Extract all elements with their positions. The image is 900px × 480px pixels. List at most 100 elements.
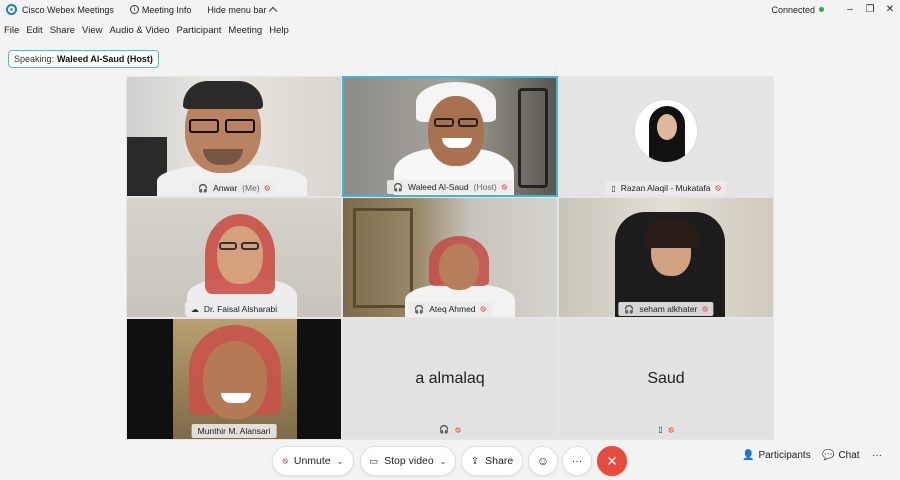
menu-audio-video[interactable]: Audio & Video	[109, 25, 169, 36]
close-window-button[interactable]: ✕	[880, 0, 900, 19]
video-feed	[559, 198, 773, 317]
participant-name-tag: Munthir M. Alansari	[191, 424, 277, 438]
hide-menu-bar-button[interactable]: Hide menu bar	[207, 4, 278, 16]
muted-mic-icon: ⦸	[715, 183, 721, 192]
participant-name: Munthir M. Alansari	[197, 426, 271, 436]
leave-meeting-button[interactable]: ✕	[597, 446, 627, 476]
video-camera-icon: ▭	[369, 455, 379, 466]
video-tile-waleed[interactable]: 🎧 Waleed Al-Saud (Host) ⦸	[342, 76, 558, 197]
close-icon: ✕	[606, 452, 618, 469]
participant-status-icons: 🎧 ⦸	[439, 425, 460, 435]
headset-icon: 🎧	[198, 183, 209, 193]
connecting-icon: ☁	[190, 304, 199, 314]
minimize-button[interactable]: –	[840, 0, 860, 19]
chevron-down-icon[interactable]: ⌄	[337, 457, 344, 466]
restore-button[interactable]: ❐	[860, 0, 880, 19]
participant-name: seham alkhater	[639, 304, 698, 314]
menu-edit[interactable]: Edit	[26, 25, 42, 36]
muted-mic-icon: ⦸	[501, 182, 507, 191]
video-feed	[344, 78, 556, 195]
muted-mic-icon: ⦸	[282, 456, 288, 465]
participant-name-tag: ▯ Razan Alaqil - Mukatafa ⦸	[605, 181, 727, 195]
menu-view[interactable]: View	[82, 25, 102, 36]
title-bar: Cisco Webex Meetings i Meeting Info Hide…	[0, 0, 900, 19]
menu-meeting[interactable]: Meeting	[228, 25, 262, 36]
participant-name-tag: 🎧 seham alkhater ⦸	[618, 302, 714, 316]
participant-name: Razan Alaqil - Mukatafa	[620, 183, 711, 193]
more-options-button[interactable]: ···	[562, 446, 592, 476]
chat-button[interactable]: 💬 Chat	[822, 450, 860, 461]
participant-status-icons: ▯ ⦸	[658, 425, 674, 435]
panel-more-button[interactable]: ···	[872, 450, 882, 461]
share-label: Share	[485, 455, 514, 467]
participant-name: Anwar	[213, 183, 238, 193]
video-grid: 🎧 Anwar (Me) ⦸ 🎧 Waleed Al-Saud (Host) ⦸	[126, 76, 774, 440]
video-feed	[343, 198, 557, 317]
meeting-info-button[interactable]: i Meeting Info	[129, 4, 192, 15]
menu-bar: File Edit Share View Audio & Video Parti…	[0, 22, 296, 38]
participant-name: a almalaq	[415, 370, 485, 387]
chevron-up-icon	[269, 6, 278, 16]
active-speaker-indicator: Speaking: Waleed Al-Saud (Host)	[8, 50, 159, 68]
speaking-label: Speaking:	[14, 54, 55, 64]
participants-button[interactable]: 👤 Participants	[742, 450, 811, 461]
reactions-button[interactable]: ☺	[528, 446, 558, 476]
chevron-down-icon[interactable]: ⌄	[440, 457, 447, 466]
video-tile-saud[interactable]: Saud ▯ ⦸	[558, 318, 774, 440]
unmute-button[interactable]: ⦸ Unmute ⌄	[272, 446, 354, 476]
menu-help[interactable]: Help	[269, 25, 289, 36]
video-feed	[127, 198, 341, 317]
hide-menu-bar-label: Hide menu bar	[207, 4, 267, 15]
participant-name: Ateq Ahmed	[429, 304, 476, 314]
person-icon: 👤	[742, 450, 755, 461]
menu-share[interactable]: Share	[50, 25, 75, 36]
muted-mic-icon: ⦸	[702, 304, 708, 313]
participant-role: (Me)	[242, 183, 260, 193]
webex-logo-icon	[6, 4, 17, 15]
video-tile-munthir[interactable]: Munthir M. Alansari	[126, 318, 342, 440]
video-feed	[127, 77, 341, 196]
menu-file[interactable]: File	[4, 25, 19, 36]
more-icon: ···	[872, 450, 882, 461]
video-feed	[559, 77, 773, 196]
avatar	[634, 99, 698, 163]
participant-role: (Host)	[473, 182, 497, 192]
connection-status-label: Connected	[771, 4, 815, 15]
headset-icon: 🎧	[624, 304, 635, 314]
participant-name-tag: 🎧 Waleed Al-Saud (Host) ⦸	[387, 180, 513, 194]
meeting-info-label: Meeting Info	[141, 4, 192, 15]
menu-participant[interactable]: Participant	[177, 25, 222, 36]
stop-video-label: Stop video	[384, 455, 434, 467]
muted-mic-icon: ⦸	[480, 304, 486, 313]
meeting-controls: ⦸ Unmute ⌄ ▭ Stop video ⌄ ⇪ Share ☺ ··· …	[0, 444, 900, 478]
phone-icon: ▯	[658, 425, 663, 434]
connection-status: Connected	[771, 5, 824, 15]
headset-icon: 🎧	[414, 304, 425, 314]
stop-video-button[interactable]: ▭ Stop video ⌄	[360, 446, 456, 476]
phone-icon: ▯	[611, 183, 616, 193]
video-tile-faisal[interactable]: ☁ Dr. Faisal Alsharabi	[126, 197, 342, 318]
participant-name-tag: ☁ Dr. Faisal Alsharabi	[184, 302, 284, 316]
more-icon: ···	[571, 455, 583, 467]
smiley-icon: ☺	[536, 454, 550, 468]
info-icon: i	[129, 5, 139, 14]
headset-icon: 🎧	[393, 182, 403, 192]
video-tile-almalaq[interactable]: a almalaq 🎧 ⦸	[342, 318, 558, 440]
muted-mic-icon: ⦸	[264, 183, 270, 192]
share-icon: ⇪	[470, 455, 480, 467]
participant-name: Saud	[647, 370, 685, 387]
video-tile-seham[interactable]: 🎧 seham alkhater ⦸	[558, 197, 774, 318]
video-tile-razan[interactable]: ▯ Razan Alaqil - Mukatafa ⦸	[558, 76, 774, 197]
speaker-name: Waleed Al-Saud (Host)	[57, 54, 153, 64]
participant-name: Waleed Al-Saud	[407, 182, 469, 192]
muted-mic-icon: ⦸	[668, 425, 674, 434]
participant-name-tag: 🎧 Anwar (Me) ⦸	[192, 181, 276, 195]
video-tile-ateq[interactable]: 🎧 Ateq Ahmed ⦸	[342, 197, 558, 318]
participant-name-tag: 🎧 Ateq Ahmed ⦸	[408, 302, 492, 316]
participant-name: Dr. Faisal Alsharabi	[203, 304, 278, 314]
share-button[interactable]: ⇪ Share	[461, 446, 523, 476]
status-dot-icon	[819, 7, 824, 12]
video-tile-anwar[interactable]: 🎧 Anwar (Me) ⦸	[126, 76, 342, 197]
unmute-label: Unmute	[293, 455, 331, 467]
muted-mic-icon: ⦸	[455, 425, 461, 434]
